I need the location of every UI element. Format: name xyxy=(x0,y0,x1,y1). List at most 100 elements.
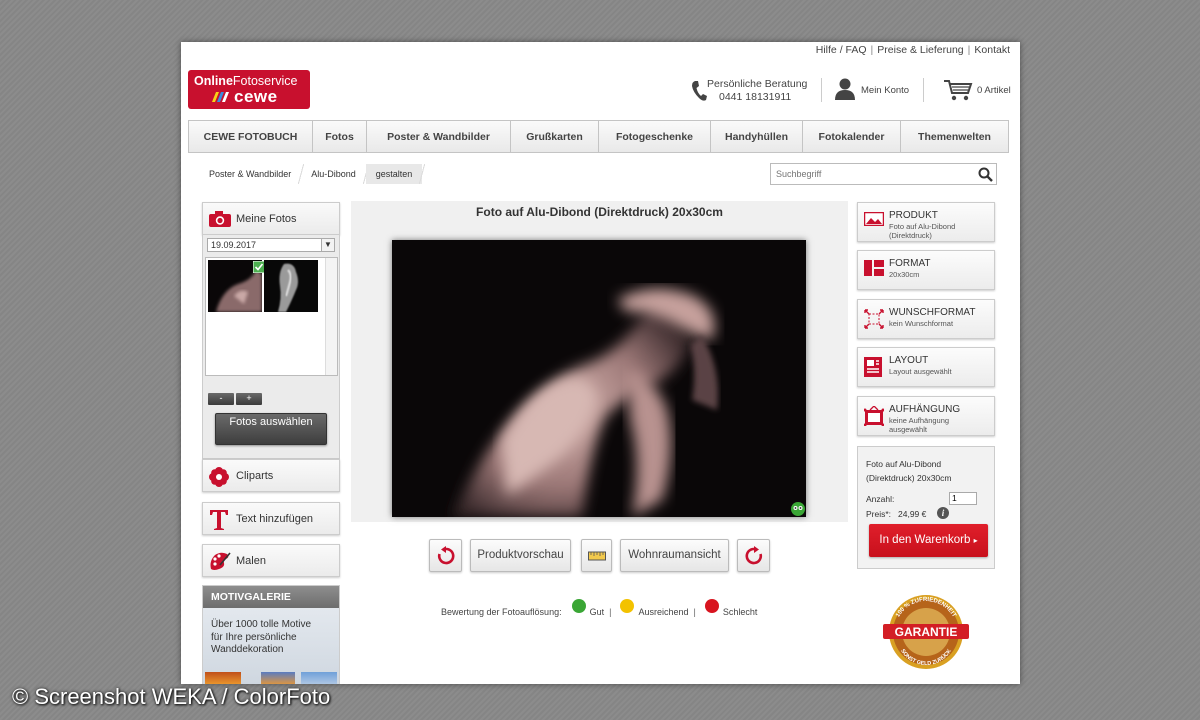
divider xyxy=(923,78,924,102)
option-product[interactable]: PRODUKT Foto auf Alu-Dibond (Direktdruck… xyxy=(857,202,995,242)
search-icon[interactable] xyxy=(978,167,993,182)
order-box: Foto auf Alu-Dibond (Direktdruck) 20x30c… xyxy=(857,446,995,569)
add-to-cart-label: In den Warenkorb xyxy=(879,534,971,546)
quantity-input[interactable]: 1 xyxy=(949,492,977,505)
paint-button[interactable]: Malen xyxy=(202,544,340,577)
image-icon xyxy=(864,212,884,226)
motif-text-line: für Ihre persönliche xyxy=(211,631,297,643)
zoom-out-button[interactable]: - xyxy=(208,393,234,405)
nav-fotokalender[interactable]: Fotokalender xyxy=(803,121,901,152)
text-t-icon xyxy=(210,510,228,530)
nav-fotos[interactable]: Fotos xyxy=(313,121,367,152)
option-title: FORMAT xyxy=(889,258,931,269)
separator: | xyxy=(870,44,874,56)
logo-fotoservice: Fotoservice xyxy=(232,74,298,88)
nav-handyhuellen[interactable]: Handyhüllen xyxy=(711,121,803,152)
add-text-button[interactable]: Text hinzufügen xyxy=(202,502,340,535)
cliparts-label: Cliparts xyxy=(236,470,274,482)
phone-label: Persönliche Beratung xyxy=(707,78,808,90)
separator: | xyxy=(967,44,971,56)
date-select[interactable]: 19.09.2017 ▼ xyxy=(207,238,335,252)
photo-thumbnail[interactable] xyxy=(208,260,265,312)
info-icon[interactable]: i xyxy=(937,507,949,519)
main-nav: CEWE FOTOBUCH Fotos Poster & Wandbilder … xyxy=(188,120,1009,153)
resolution-good-icon xyxy=(791,502,805,516)
prices-link[interactable]: Preise & Lieferung xyxy=(877,44,963,56)
rotate-left-button[interactable] xyxy=(429,539,462,572)
nav-fotogeschenke[interactable]: Fotogeschenke xyxy=(599,121,711,152)
ruler-button[interactable] xyxy=(581,539,612,572)
photo-thumbnail[interactable] xyxy=(264,260,318,312)
option-title: AUFHÄNGUNG xyxy=(889,404,961,415)
logo-line1: OnlineFotoservice xyxy=(194,74,298,88)
option-hanging[interactable]: AUFHÄNGUNG keine Aufhängung ausgewählt xyxy=(857,396,995,436)
option-value: kein Wunschformat xyxy=(889,319,954,328)
motif-preview-image xyxy=(301,672,337,684)
photo-preview[interactable] xyxy=(392,240,806,517)
cliparts-button[interactable]: Cliparts xyxy=(202,459,340,492)
my-photos-header[interactable]: Meine Fotos xyxy=(202,202,340,235)
good-face-icon xyxy=(571,599,586,613)
flower-icon xyxy=(209,467,229,487)
breadcrumb-gestalten: gestalten xyxy=(365,164,425,184)
photo-thumbnails xyxy=(205,257,338,376)
date-value: 19.09.2017 xyxy=(211,240,257,250)
option-title: PRODUKT xyxy=(889,210,938,221)
option-layout[interactable]: LAYOUT Layout ausgewählt xyxy=(857,347,995,387)
ruler-icon xyxy=(587,551,606,561)
scrollbar[interactable] xyxy=(325,258,337,375)
product-preview-button[interactable]: Produktvorschau xyxy=(470,539,571,572)
option-title: LAYOUT xyxy=(889,355,929,366)
palette-icon xyxy=(210,552,231,570)
rating-ok: Ausreichend xyxy=(638,607,689,617)
nav-themenwelten[interactable]: Themenwelten xyxy=(901,121,1008,152)
option-format[interactable]: FORMAT 20x30cm xyxy=(857,250,995,290)
separator: | xyxy=(609,607,612,617)
option-custom-format[interactable]: WUNSCHFORMAT kein Wunschformat xyxy=(857,299,995,339)
account-label: Mein Konto xyxy=(861,85,910,96)
breadcrumb-alu-dibond[interactable]: Alu-Dibond xyxy=(301,164,369,184)
room-view-button[interactable]: Wohnraumansicht xyxy=(620,539,729,572)
bad-face-icon xyxy=(704,599,719,613)
order-product-name: Foto auf Alu-Dibond (Direktdruck) 20x30c… xyxy=(866,459,952,483)
option-value: 20x30cm xyxy=(889,270,920,279)
motif-preview-image xyxy=(205,672,241,684)
select-photos-button[interactable]: Fotos auswählen xyxy=(215,413,327,445)
option-title: WUNSCHFORMAT xyxy=(889,307,976,318)
arrow-right-icon: ▸ xyxy=(973,536,978,545)
browser-page: Hilfe / FAQ | Preise & Lieferung | Kontakt O… xyxy=(181,42,1020,684)
cewe-logo[interactable]: OnlineFotoservice cewe xyxy=(188,70,310,109)
separator: | xyxy=(693,607,696,617)
help-link[interactable]: Hilfe / FAQ xyxy=(816,44,867,56)
phone-number: 0441 18131911 xyxy=(719,91,792,103)
search-input[interactable] xyxy=(771,164,966,184)
editor-canvas xyxy=(351,227,848,522)
quantity-label: Anzahl: xyxy=(866,494,895,504)
user-icon xyxy=(835,78,855,100)
option-value: keine Aufhängung ausgewählt xyxy=(889,416,950,434)
guarantee-seal: 100 % ZUFRIEDENHEIT SONST GELD ZURÜCK GA… xyxy=(883,595,969,669)
rotate-right-icon xyxy=(745,546,762,565)
resize-icon xyxy=(864,309,884,329)
motif-text-line: Wanddekoration xyxy=(211,644,284,655)
breadcrumb-poster-wandbilder[interactable]: Poster & Wandbilder xyxy=(199,164,305,184)
price-value: 24,99 € xyxy=(898,509,927,519)
rotate-right-button[interactable] xyxy=(737,539,770,572)
nav-grusskarten[interactable]: Grußkarten xyxy=(511,121,599,152)
nav-poster-wandbilder[interactable]: Poster & Wandbilder xyxy=(367,121,511,152)
hanging-frame-icon xyxy=(864,406,884,426)
breadcrumb: Poster & Wandbilder Alu-Dibond gestalten xyxy=(199,164,425,184)
motif-gallery[interactable]: MOTIVGALERIE Über 1000 tolle Motive für … xyxy=(202,585,340,684)
cart-count: 0 Artikel xyxy=(977,85,1011,96)
top-links: Hilfe / FAQ | Preise & Lieferung | Kontakt xyxy=(816,44,1010,56)
add-text-label: Text hinzufügen xyxy=(236,513,314,525)
photo-thumb-image xyxy=(264,260,318,312)
rotate-left-icon xyxy=(437,546,454,565)
nav-cewe-fotobuch[interactable]: CEWE FOTOBUCH xyxy=(189,121,313,152)
contact-link[interactable]: Kontakt xyxy=(974,44,1010,56)
add-to-cart-button[interactable]: In den Warenkorb ▸ xyxy=(869,524,988,557)
motif-gallery-text: Über 1000 tolle Motive für Ihre persönli… xyxy=(211,619,311,657)
camera-icon xyxy=(209,211,231,227)
zoom-in-button[interactable]: + xyxy=(236,393,262,405)
logo-online: Online xyxy=(194,74,233,88)
